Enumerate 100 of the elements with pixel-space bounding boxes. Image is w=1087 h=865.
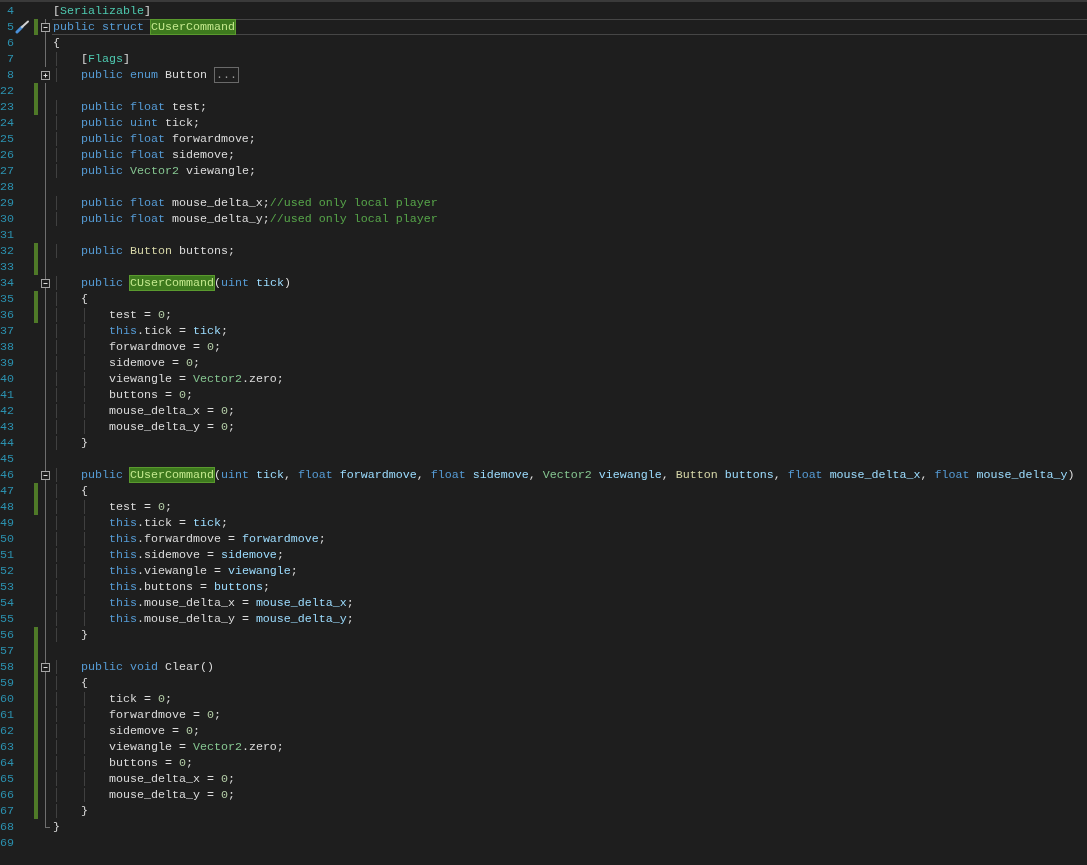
line-number: 38 (0, 339, 14, 355)
code-line: { (52, 483, 1087, 499)
code-line: this.viewangle = viewangle; (52, 563, 1087, 579)
code-line: } (52, 819, 61, 835)
line-number: 48 (0, 499, 14, 515)
code-line: public float sidemove; (52, 147, 1087, 163)
code-line: mouse_delta_x = 0; (52, 403, 1087, 419)
code-line: public enum Button ... (52, 67, 1087, 83)
line-number: 40 (0, 371, 14, 387)
line-number: 57 (0, 643, 14, 659)
code-line: this.tick = tick; (52, 323, 1087, 339)
line-number: 62 (0, 723, 14, 739)
code-line: viewangle = Vector2.zero; (52, 371, 1087, 387)
line-number: 39 (0, 355, 14, 371)
code-line: public Button buttons; (52, 243, 1087, 259)
line-number: 49 (0, 515, 14, 531)
code-line: test = 0; (52, 307, 1087, 323)
line-number: 23 (0, 99, 14, 115)
code-line: public void Clear() (52, 659, 1087, 675)
code-line: this.buttons = buttons; (52, 579, 1087, 595)
code-line: tick = 0; (52, 691, 1087, 707)
line-number: 29 (0, 195, 14, 211)
line-number: 32 (0, 243, 14, 259)
line-number: 61 (0, 707, 14, 723)
line-number: 36 (0, 307, 14, 323)
line-number: 46 (0, 467, 14, 483)
line-number: 6 (6, 35, 14, 51)
code-line: buttons = 0; (52, 387, 1087, 403)
code-line: this.forwardmove = forwardmove; (52, 531, 1087, 547)
line-number: 59 (0, 675, 14, 691)
line-number: 63 (0, 739, 14, 755)
line-number: 65 (0, 771, 14, 787)
line-number: 28 (0, 179, 14, 195)
line-number: 54 (0, 595, 14, 611)
code-line: buttons = 0; (52, 755, 1087, 771)
line-number: 44 (0, 435, 14, 451)
line-number: 5 (6, 19, 14, 35)
line-number: 47 (0, 483, 14, 499)
code-line: } (52, 803, 1087, 819)
line-number: 45 (0, 451, 14, 467)
line-number: 25 (0, 131, 14, 147)
code-line: mouse_delta_y = 0; (52, 419, 1087, 435)
collapse-icon[interactable] (41, 279, 50, 288)
line-number: 67 (0, 803, 14, 819)
collapse-icon[interactable] (41, 471, 50, 480)
line-number: 51 (0, 547, 14, 563)
code-line: public CUserCommand(uint tick, float forwardmove, float sidemove, Vector2 viewangle, Button buttons, float mouse_delta_x, float mouse_delta_y) (52, 467, 1087, 483)
line-number: 64 (0, 755, 14, 771)
line-number: 50 (0, 531, 14, 547)
line-number: 43 (0, 419, 14, 435)
code-line: viewangle = Vector2.zero; (52, 739, 1087, 755)
line-number: 56 (0, 627, 14, 643)
line-number: 60 (0, 691, 14, 707)
code-line: } (52, 435, 1087, 451)
code-line: public struct CUserCommand (52, 19, 1087, 35)
line-number: 30 (0, 211, 14, 227)
line-number: 24 (0, 115, 14, 131)
line-number: 69 (0, 835, 14, 851)
line-number: 58 (0, 659, 14, 675)
line-number: 4 (6, 3, 14, 19)
line-number: 55 (0, 611, 14, 627)
code-line: { (52, 291, 1087, 307)
code-line: public Vector2 viewangle; (52, 163, 1087, 179)
code-line: public float test; (52, 99, 1087, 115)
screwdriver-icon[interactable] (15, 20, 31, 34)
code-line: { (52, 675, 1087, 691)
code-line: this.mouse_delta_x = mouse_delta_x; (52, 595, 1087, 611)
line-number: 53 (0, 579, 14, 595)
code-line: [Serializable] (52, 3, 152, 19)
code-line: { (52, 35, 61, 51)
code-line: this.mouse_delta_y = mouse_delta_y; (52, 611, 1087, 627)
code-line: mouse_delta_x = 0; (52, 771, 1087, 787)
code-line: sidemove = 0; (52, 723, 1087, 739)
line-number: 31 (0, 227, 14, 243)
line-number: 8 (6, 67, 14, 83)
code-line: public float mouse_delta_x;//used only local player (52, 195, 1087, 211)
code-line: sidemove = 0; (52, 355, 1087, 371)
line-number: 68 (0, 819, 14, 835)
line-number: 7 (6, 51, 14, 67)
line-number: 22 (0, 83, 14, 99)
line-number: 37 (0, 323, 14, 339)
line-number: 41 (0, 387, 14, 403)
collapse-icon[interactable] (41, 23, 50, 32)
code-line: public uint tick; (52, 115, 1087, 131)
line-number: 66 (0, 787, 14, 803)
code-line: forwardmove = 0; (52, 339, 1087, 355)
expand-icon[interactable] (41, 71, 50, 80)
line-number: 27 (0, 163, 14, 179)
code-line: forwardmove = 0; (52, 707, 1087, 723)
code-line: mouse_delta_y = 0; (52, 787, 1087, 803)
code-line: this.sidemove = sidemove; (52, 547, 1087, 563)
line-number: 33 (0, 259, 14, 275)
code-line: } (52, 627, 1087, 643)
code-line: [Flags] (52, 51, 1087, 67)
code-line: this.tick = tick; (52, 515, 1087, 531)
line-number: 42 (0, 403, 14, 419)
line-number: 34 (0, 275, 14, 291)
code-line: public float forwardmove; (52, 131, 1087, 147)
line-number: 35 (0, 291, 14, 307)
collapse-icon[interactable] (41, 663, 50, 672)
